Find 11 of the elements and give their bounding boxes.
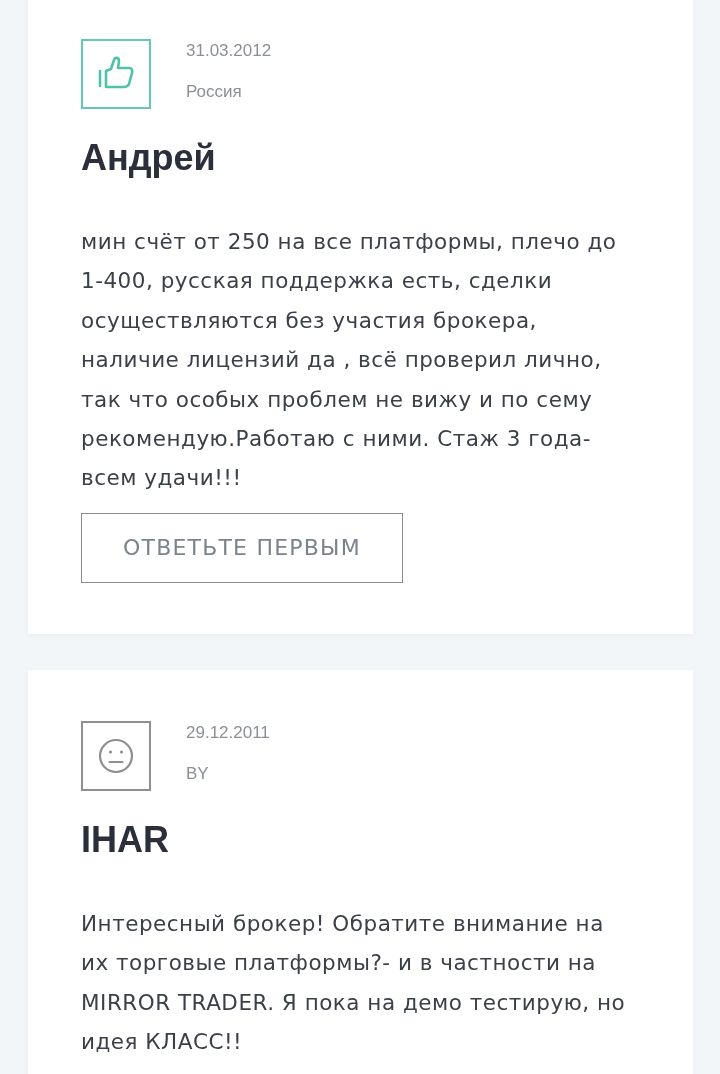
review-date: 31.03.2012	[186, 40, 272, 62]
neutral-face-icon	[81, 720, 151, 791]
author-name: Андрей	[81, 136, 216, 180]
review-date: 29.12.2011	[186, 721, 270, 744]
review-country: BY	[186, 762, 210, 785]
reply-button[interactable]: ОТВЕТЬТЕ ПЕРВЫМ	[81, 512, 403, 583]
author-name: IHAR	[81, 817, 169, 862]
review-text: Интересный брокер! Обратите внимание на их торговые платформы?- и в частности на MIRROR TRADER. Я пока на демо тестирую, но идея КЛАСС!!	[81, 909, 627, 1057]
review-country: Россия	[186, 81, 243, 103]
review-text: мин счёт от 250 на все платформы, плечо до 1-400, русская поддержка есть, сделки осуществляются без участия брокера, наличие лицензий да , всё проверил лично, так что особых проблем не вижу и по сему рекомендую.Работаю с ними. Стаж 3 года- всем удачи!!!	[81, 228, 618, 493]
thumbs-up-icon	[81, 39, 151, 109]
